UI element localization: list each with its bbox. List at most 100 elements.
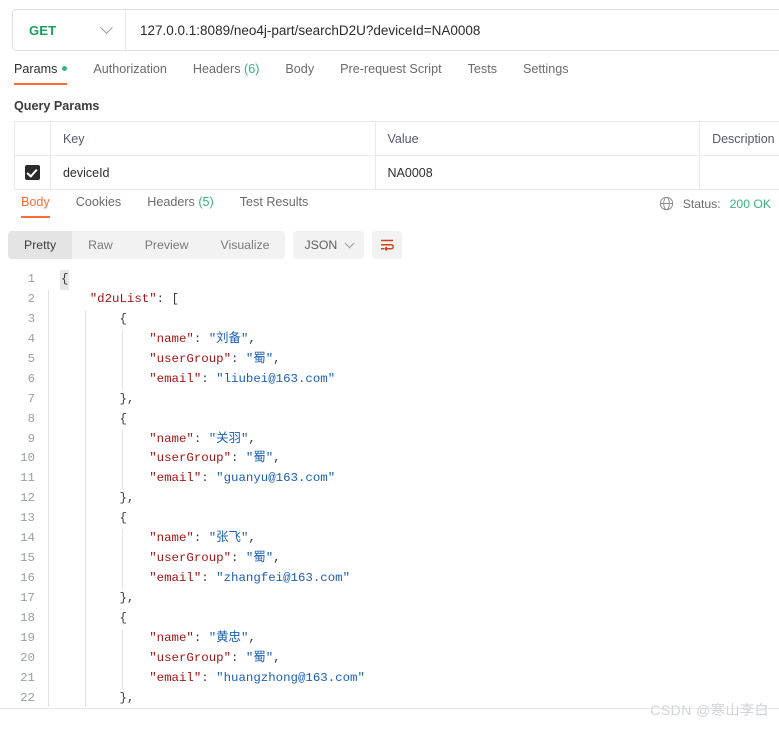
code-token: : — [201, 371, 217, 386]
indent-guide — [122, 529, 123, 550]
indent-guide — [85, 369, 86, 390]
response-tab-body[interactable]: Body — [8, 195, 63, 218]
param-value-input[interactable]: NA0008 — [374, 155, 701, 190]
row-enable-checkbox-cell[interactable] — [14, 155, 51, 190]
tab-label: Pre-request Script — [340, 62, 442, 76]
response-tab-headers[interactable]: Headers (5) — [134, 195, 227, 218]
response-format-label: JSON — [304, 238, 338, 252]
line-number: 6 — [27, 371, 35, 386]
indent-guide — [85, 529, 86, 550]
code-token: "d2uList" — [89, 291, 157, 306]
column-header-value: Value — [374, 121, 701, 156]
code-token: "蜀" — [245, 451, 274, 466]
request-tab-settings[interactable]: Settings — [510, 62, 582, 85]
view-mode-visualize[interactable]: Visualize — [204, 231, 285, 259]
line-number: 3 — [27, 311, 35, 326]
code-line: 1{ — [0, 270, 779, 290]
code-line: 6 "email": "liubei@163.com" — [0, 369, 779, 390]
status-value: 200 OK — [729, 196, 771, 211]
request-tab-authorization[interactable]: Authorization — [80, 62, 180, 85]
response-status: Status: 200 OK — [659, 196, 771, 211]
indent-guide — [85, 668, 86, 689]
response-tab-cookies[interactable]: Cookies — [63, 195, 135, 218]
globe-icon — [659, 196, 673, 211]
tab-label: Test Results — [239, 195, 309, 209]
indent-guide — [48, 489, 49, 510]
checkbox-checked-icon[interactable] — [24, 165, 40, 180]
param-description-input[interactable] — [699, 155, 779, 190]
indent-guide — [85, 329, 86, 350]
column-header-checkbox — [14, 121, 51, 156]
view-mode-pretty[interactable]: Pretty — [8, 231, 73, 259]
view-mode-raw[interactable]: Raw — [72, 231, 129, 259]
code-token: , — [273, 551, 281, 566]
code-line: 13 { — [0, 509, 779, 530]
line-number: 21 — [20, 670, 35, 685]
indent-guide — [122, 349, 123, 370]
code-line: 14 "name": "张飞", — [0, 529, 779, 550]
code-token: "email" — [149, 670, 202, 685]
code-token: "关羽" — [208, 431, 249, 446]
code-token: : — [201, 670, 217, 685]
line-number: 22 — [20, 690, 35, 705]
line-number: 18 — [20, 610, 35, 625]
response-tab-test-results[interactable]: Test Results — [227, 195, 322, 218]
indent-guide — [122, 668, 123, 689]
tab-label: Headers — [192, 62, 241, 76]
code-line-content: { — [44, 409, 127, 430]
indent-guide — [48, 529, 49, 550]
request-tab-pre-request-script[interactable]: Pre-request Script — [327, 62, 455, 85]
column-header-description: Description — [699, 121, 779, 156]
indent-guide — [48, 289, 49, 310]
line-number: 10 — [20, 451, 35, 466]
code-line: 3 { — [0, 309, 779, 330]
code-token: "name" — [149, 531, 194, 546]
code-line: 7 }, — [0, 389, 779, 410]
code-line: 15 "userGroup": "蜀", — [0, 549, 779, 570]
url-bar: GET 127.0.0.1:8089/neo4j-part/searchD2U?… — [12, 9, 779, 51]
line-number: 7 — [27, 391, 35, 406]
response-format-selector[interactable]: JSON — [293, 231, 365, 259]
code-line-content: { — [44, 509, 127, 530]
code-token: , — [273, 650, 281, 665]
request-tab-params[interactable]: Params — [14, 62, 80, 85]
view-mode-segmented-control: Pretty Raw Preview Visualize — [8, 231, 286, 259]
code-token: , — [248, 331, 256, 346]
indent-guide — [122, 628, 123, 649]
request-tab-body[interactable]: Body — [272, 62, 327, 85]
indent-guide — [122, 569, 123, 589]
code-token: }, — [119, 690, 135, 705]
indent-guide — [85, 349, 86, 370]
http-method-selector[interactable]: GET — [13, 10, 125, 50]
code-token: "刘备" — [208, 331, 249, 346]
tab-label: Authorization — [93, 62, 167, 76]
request-tab-tests[interactable]: Tests — [455, 62, 510, 85]
code-token: : — [156, 291, 172, 306]
response-body-json[interactable]: 1{2 "d2uList": [3 {4 "name": "刘备", 5 "use… — [0, 270, 779, 707]
code-line-content: "d2uList": [ — [44, 289, 179, 310]
indent-guide — [122, 469, 123, 490]
code-line-content: { — [44, 309, 127, 330]
wrap-lines-button[interactable] — [372, 231, 403, 259]
code-token: , — [273, 351, 281, 366]
code-line: 8 { — [0, 409, 779, 430]
code-line-content: "name": "关羽", — [44, 429, 256, 450]
indent-guide — [48, 589, 49, 609]
code-token: : — [201, 571, 217, 586]
url-input[interactable]: 127.0.0.1:8089/neo4j-part/searchD2U?devi… — [126, 23, 480, 38]
line-number: 19 — [20, 630, 35, 645]
code-token: "userGroup" — [149, 650, 232, 665]
code-token: , — [248, 630, 256, 645]
chevron-down-icon — [100, 20, 113, 34]
request-tab-headers[interactable]: Headers (6) — [180, 62, 273, 85]
code-token: "email" — [149, 471, 202, 486]
view-mode-preview[interactable]: Preview — [129, 231, 205, 259]
param-key-input[interactable]: deviceId — [49, 155, 376, 190]
code-token: : — [193, 531, 209, 546]
indent-guide — [48, 549, 49, 570]
code-token: { — [119, 311, 127, 326]
